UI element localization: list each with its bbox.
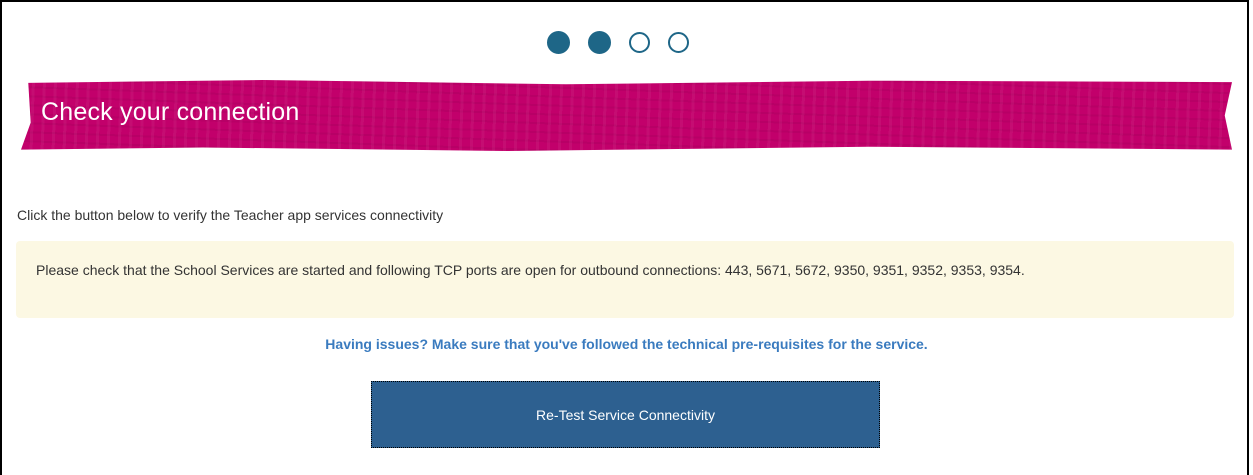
step-dot-2	[588, 31, 611, 54]
intro-text: Click the button below to verify the Tea…	[17, 207, 444, 223]
step-dot-4	[668, 32, 689, 53]
notice-text: Please check that the School Services ar…	[36, 262, 1025, 278]
page-title: Check your connection	[41, 98, 300, 126]
prerequisites-help-link[interactable]: Having issues? Make sure that you've fol…	[2, 336, 1251, 352]
warning-notice: Please check that the School Services ar…	[16, 241, 1234, 318]
step-dot-1	[547, 31, 570, 54]
retest-connectivity-button[interactable]: Re-Test Service Connectivity	[371, 381, 880, 448]
step-indicator	[547, 31, 689, 54]
step-dot-3	[629, 32, 650, 53]
page-frame: Check your connection Click the button b…	[0, 0, 1249, 475]
